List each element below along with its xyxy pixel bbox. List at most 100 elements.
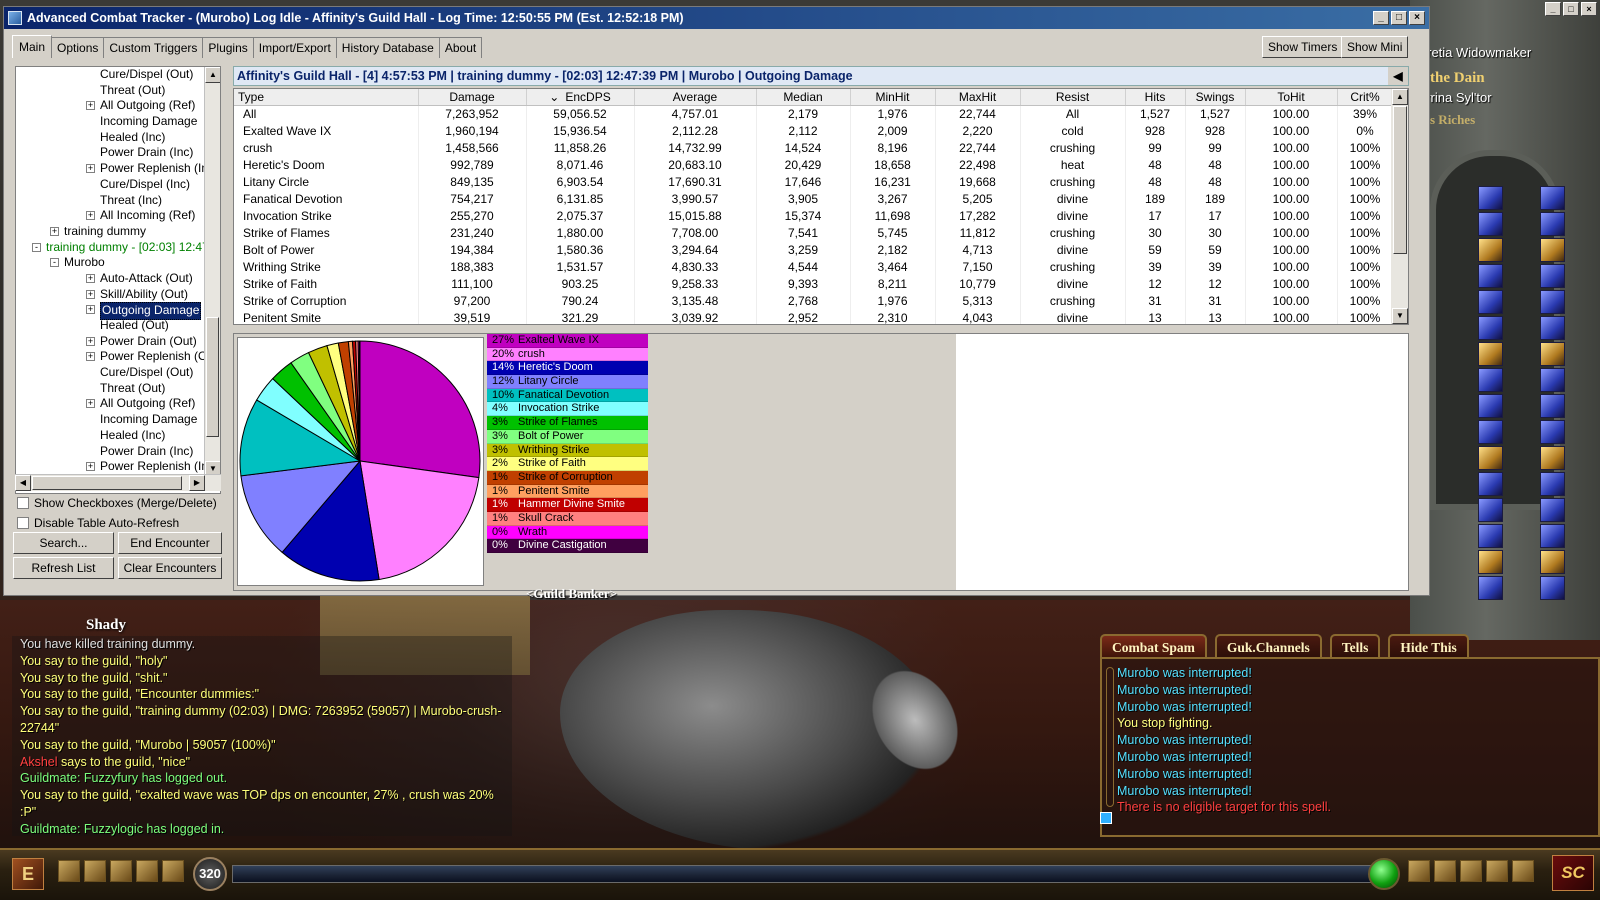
- tree-node[interactable]: Cure/Dispel (Out): [16, 365, 206, 381]
- column-header[interactable]: Swings: [1185, 89, 1246, 106]
- tab-about[interactable]: About: [438, 37, 483, 58]
- hotbar-slot-icon[interactable]: [1478, 394, 1503, 418]
- tab-hide-this[interactable]: Hide This: [1388, 634, 1469, 659]
- table-row[interactable]: Litany Circle 849,135 6,903.54 17,690.31 17,…: [234, 173, 1394, 190]
- table-row[interactable]: Strike of Flames 231,240 1,880.00 7,708.00 7…: [234, 224, 1394, 241]
- expand-icon[interactable]: +: [86, 352, 95, 362]
- map-icon[interactable]: [162, 860, 184, 882]
- scroll-down-icon[interactable]: ▼: [1392, 308, 1408, 324]
- column-header[interactable]: Hits: [1125, 89, 1186, 106]
- encounter-tree[interactable]: Cure/Dispel (Out) Threat (Out) + All Outgoi…: [15, 66, 221, 494]
- show-checkboxes-checkbox[interactable]: [17, 497, 29, 509]
- expand-icon[interactable]: +: [86, 399, 95, 409]
- tab-history-database[interactable]: History Database: [335, 37, 440, 58]
- expand-icon[interactable]: +: [86, 211, 95, 221]
- scroll-left-icon[interactable]: ◀: [15, 475, 31, 491]
- hotbar-slot-icon[interactable]: [1540, 316, 1565, 340]
- tree-node[interactable]: - Murobo: [16, 255, 206, 271]
- table-scrollbar[interactable]: ▲ ▼: [1391, 89, 1408, 324]
- eq-menu-icon[interactable]: E: [12, 858, 44, 890]
- scroll-thumb[interactable]: [1393, 106, 1407, 254]
- column-header[interactable]: Crit%: [1337, 89, 1394, 106]
- column-header[interactable]: ⌄ EncDPS: [526, 89, 635, 106]
- character-icon[interactable]: [136, 860, 158, 882]
- shield-icon[interactable]: [84, 860, 106, 882]
- book-icon[interactable]: [1460, 860, 1482, 882]
- tree-node[interactable]: Threat (Inc): [16, 193, 206, 209]
- table-row[interactable]: Strike of Corruption 97,200 790.24 3,135.48…: [234, 292, 1394, 309]
- combat-chat-window[interactable]: Murobo was interrupted! Murobo was interr…: [1100, 657, 1600, 837]
- tree-node[interactable]: Power Drain (Inc): [16, 145, 206, 161]
- column-header[interactable]: ToHit: [1245, 89, 1338, 106]
- hotbar-slot-icon[interactable]: [1478, 524, 1503, 548]
- table-row[interactable]: Exalted Wave IX 1,960,194 15,936.54 2,112.2…: [234, 122, 1394, 139]
- show-checkboxes-option[interactable]: Show Checkboxes (Merge/Delete): [17, 496, 217, 510]
- hotbar-slot-icon[interactable]: [1540, 576, 1565, 600]
- tab-import-export[interactable]: Import/Export: [252, 37, 337, 58]
- search-button[interactable]: Search...: [13, 532, 114, 554]
- status-orb-icon[interactable]: [1368, 858, 1400, 890]
- scroll-thumb[interactable]: [32, 476, 182, 490]
- table-row[interactable]: Bolt of Power 194,384 1,580.36 3,294.64 3,25…: [234, 241, 1394, 258]
- hotbar-slot-icon[interactable]: [1478, 576, 1503, 600]
- minimize-icon[interactable]: _: [1545, 2, 1561, 16]
- hotbar-slot-icon[interactable]: [1540, 290, 1565, 314]
- tree-node[interactable]: Healed (Inc): [16, 428, 206, 444]
- tab-guk-channels[interactable]: Guk.Channels: [1214, 634, 1322, 659]
- scroll-icon[interactable]: [1512, 860, 1534, 882]
- journal-icon[interactable]: [1434, 860, 1456, 882]
- chat-input-icon[interactable]: [1100, 812, 1112, 824]
- hotbar-slot-icon[interactable]: [1478, 420, 1503, 444]
- table-row[interactable]: All 7,263,952 59,056.52 4,757.01 2,179 1,976 2…: [234, 105, 1394, 122]
- group-icon[interactable]: [110, 860, 132, 882]
- tree-node[interactable]: + Power Replenish (Inc): [16, 161, 218, 177]
- inventory-icon[interactable]: [58, 860, 80, 882]
- expand-icon[interactable]: +: [86, 101, 95, 111]
- tree-node[interactable]: Healed (Inc): [16, 130, 206, 146]
- scroll-up-icon[interactable]: ▲: [205, 67, 220, 83]
- hotbar-slot-icon[interactable]: [1540, 550, 1565, 574]
- hotbar-slot-icon[interactable]: [1478, 186, 1503, 210]
- expand-icon[interactable]: +: [86, 336, 95, 346]
- hotbar-slot-icon[interactable]: [1540, 446, 1565, 470]
- hotbar-slot-icon[interactable]: [1478, 290, 1503, 314]
- tree-node[interactable]: Cure/Dispel (Out): [16, 67, 206, 83]
- close-icon[interactable]: ×: [1409, 11, 1425, 25]
- tab-tells[interactable]: Tells: [1329, 634, 1381, 659]
- column-header[interactable]: Average: [634, 89, 757, 106]
- table-row[interactable]: Invocation Strike 255,270 2,075.37 15,015.8…: [234, 207, 1394, 224]
- expand-icon[interactable]: +: [50, 226, 59, 236]
- tree-node[interactable]: Threat (Out): [16, 83, 206, 99]
- maximize-icon[interactable]: □: [1391, 11, 1407, 25]
- tree-horizontal-scrollbar[interactable]: ◀ ▶: [15, 474, 221, 491]
- hotbar-slot-icon[interactable]: [1478, 472, 1503, 496]
- tab-custom-triggers[interactable]: Custom Triggers: [103, 37, 204, 58]
- tree-node[interactable]: Threat (Out): [16, 381, 206, 397]
- tree-node[interactable]: + Power Drain (Out): [16, 334, 206, 350]
- hotbar-slot-icon[interactable]: [1540, 498, 1565, 522]
- column-header[interactable]: Damage: [418, 89, 527, 106]
- tree-node[interactable]: Power Drain (Inc): [16, 444, 206, 460]
- hotbar-slot-icon[interactable]: [1478, 316, 1503, 340]
- hotbar-slot-icon[interactable]: [1540, 420, 1565, 444]
- guild-chat-window[interactable]: You have killed training dummy. You say t…: [12, 636, 512, 836]
- table-row[interactable]: Strike of Faith 111,100 903.25 9,258.33 9,39…: [234, 275, 1394, 292]
- clear-encounters-button[interactable]: Clear Encounters: [118, 557, 222, 579]
- close-icon[interactable]: ×: [1581, 2, 1597, 16]
- tree-node[interactable]: Incoming Damage: [16, 412, 206, 428]
- tab-main[interactable]: Main: [12, 35, 53, 58]
- hotbar-slot-icon[interactable]: [1540, 368, 1565, 392]
- table-row[interactable]: Heretic's Doom 992,789 8,071.46 20,683.10 20…: [234, 156, 1394, 173]
- expand-icon[interactable]: +: [86, 462, 95, 472]
- minimize-icon[interactable]: _: [1373, 11, 1389, 25]
- hotbar-slot-icon[interactable]: [1478, 264, 1503, 288]
- hotbar-slot-icon[interactable]: [1478, 368, 1503, 392]
- bag-icon[interactable]: [1408, 860, 1430, 882]
- column-header[interactable]: Median: [756, 89, 851, 106]
- tree-node[interactable]: + training dummy: [16, 224, 206, 240]
- hotbar-slot-icon[interactable]: [1540, 264, 1565, 288]
- maximize-icon[interactable]: □: [1563, 2, 1579, 16]
- tree-node[interactable]: + Power Replenish (Out): [16, 349, 220, 365]
- tab-plugins[interactable]: Plugins: [202, 37, 254, 58]
- refresh-list-button[interactable]: Refresh List: [13, 557, 114, 579]
